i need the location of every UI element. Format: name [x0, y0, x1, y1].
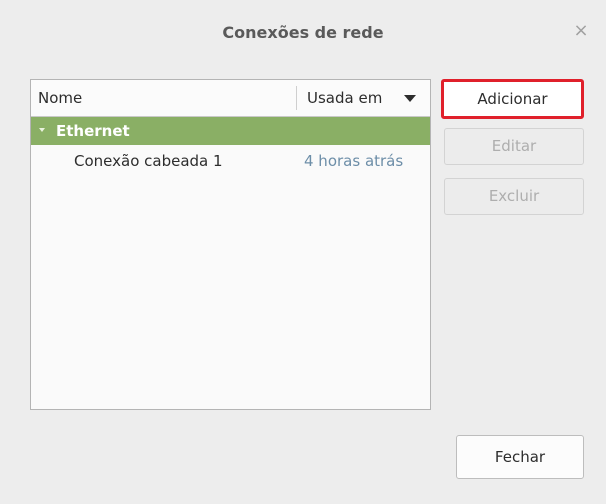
column-header-name[interactable]: Nome	[31, 80, 296, 116]
connection-row[interactable]: Conexão cabeada 1 4 horas atrás	[31, 146, 430, 176]
list-header: Nome Usada em	[31, 80, 430, 117]
add-button[interactable]: Adicionar	[441, 79, 584, 119]
column-header-used[interactable]: Usada em	[297, 80, 430, 116]
delete-button[interactable]: Excluir	[444, 178, 584, 215]
edit-button[interactable]: Editar	[444, 128, 584, 165]
titlebar: Conexões de rede ×	[0, 0, 606, 68]
connection-used-time: 4 horas atrás	[304, 152, 404, 170]
network-connections-window: Conexões de rede × Nome Usada em Etherne…	[0, 0, 606, 504]
close-icon[interactable]: ×	[570, 20, 592, 42]
expander-down-icon[interactable]	[39, 128, 45, 132]
group-row-ethernet[interactable]: Ethernet	[31, 117, 430, 145]
sort-down-icon	[404, 95, 416, 102]
connections-list: Nome Usada em Ethernet Conexão cabeada 1…	[30, 79, 431, 410]
window-title: Conexões de rede	[222, 23, 384, 42]
close-button[interactable]: Fechar	[456, 435, 584, 479]
connection-name: Conexão cabeada 1	[74, 152, 223, 170]
group-label: Ethernet	[56, 122, 130, 140]
column-header-used-label: Usada em	[307, 89, 383, 107]
